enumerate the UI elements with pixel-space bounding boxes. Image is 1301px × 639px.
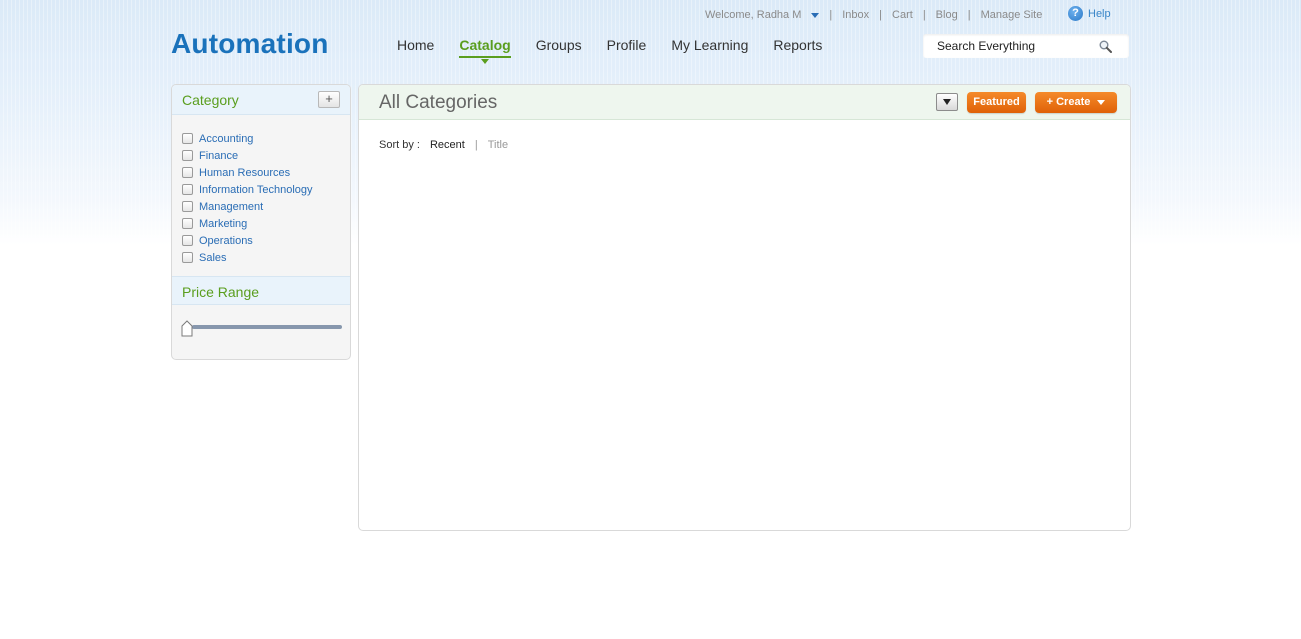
category-label[interactable]: Management — [199, 201, 263, 213]
sort-bar: Sort by : Recent | Title — [379, 139, 508, 151]
nav-item-reports[interactable]: Reports — [773, 37, 822, 58]
sort-option-recent[interactable]: Recent — [430, 139, 465, 151]
catalog-panel-header: All Categories Featured + Create — [359, 85, 1130, 120]
category-item-management: Management — [182, 198, 350, 215]
page-title: All Categories — [379, 92, 498, 113]
welcome-text: Welcome, Radha M — [705, 9, 802, 21]
category-list: Accounting Finance Human Resources Infor… — [172, 115, 350, 266]
nav-item-home[interactable]: Home — [397, 37, 434, 58]
separator: | — [879, 9, 883, 21]
nav-item-groups[interactable]: Groups — [536, 37, 582, 58]
create-dropdown-icon — [1097, 99, 1106, 105]
category-item-marketing: Marketing — [182, 215, 350, 232]
filter-sidebar: Category + Accounting Finance Human Reso… — [171, 84, 351, 360]
price-range-slider-handle[interactable] — [181, 320, 193, 337]
sort-option-title[interactable]: Title — [488, 139, 508, 151]
user-menu-dropdown-icon[interactable] — [811, 12, 820, 18]
sort-label: Sort by : — [379, 139, 420, 151]
site-logo[interactable]: Automation — [171, 28, 329, 60]
featured-button[interactable]: Featured — [967, 92, 1026, 113]
search-icon[interactable] — [1099, 40, 1112, 53]
main-nav: Home Catalog Groups Profile My Learning … — [397, 37, 847, 64]
category-label[interactable]: Marketing — [199, 218, 247, 230]
category-item-accounting: Accounting — [182, 130, 350, 147]
category-label[interactable]: Human Resources — [199, 167, 290, 179]
category-checkbox[interactable] — [182, 235, 193, 246]
dropdown-arrow-icon — [943, 99, 951, 105]
price-range-slider-track[interactable] — [192, 325, 342, 329]
category-item-sales: Sales — [182, 249, 350, 266]
price-range-title: Price Range — [182, 284, 260, 300]
help-label: Help — [1088, 7, 1111, 20]
category-label[interactable]: Operations — [199, 235, 253, 247]
search-input[interactable] — [931, 38, 1103, 54]
create-button[interactable]: + Create — [1035, 92, 1117, 113]
category-checkbox[interactable] — [182, 184, 193, 195]
sort-separator: | — [474, 139, 478, 151]
add-category-button[interactable]: + — [318, 91, 340, 108]
view-options-dropdown[interactable] — [936, 93, 958, 111]
category-item-information-technology: Information Technology — [182, 181, 350, 198]
help-link[interactable]: ? Help — [1068, 6, 1111, 21]
category-item-human-resources: Human Resources — [182, 164, 350, 181]
category-item-operations: Operations — [182, 232, 350, 249]
category-checkbox[interactable] — [182, 167, 193, 178]
category-checkbox[interactable] — [182, 150, 193, 161]
category-label[interactable]: Information Technology — [199, 184, 313, 196]
search-box — [923, 34, 1129, 58]
category-header: Category + — [172, 85, 350, 115]
cart-link[interactable]: Cart — [892, 9, 913, 21]
category-label[interactable]: Sales — [199, 252, 227, 264]
help-icon: ? — [1068, 6, 1083, 21]
nav-item-my-learning[interactable]: My Learning — [671, 37, 748, 58]
category-checkbox[interactable] — [182, 133, 193, 144]
separator: | — [829, 9, 833, 21]
nav-item-profile[interactable]: Profile — [607, 37, 647, 58]
active-indicator-icon — [481, 59, 490, 64]
separator: | — [967, 9, 971, 21]
manage-site-link[interactable]: Manage Site — [981, 9, 1043, 21]
category-label[interactable]: Accounting — [199, 133, 253, 145]
nav-item-catalog-label: Catalog — [459, 37, 511, 53]
catalog-panel: All Categories Featured + Create Sort by… — [358, 84, 1131, 531]
category-checkbox[interactable] — [182, 201, 193, 212]
blog-link[interactable]: Blog — [936, 9, 958, 21]
category-title: Category — [182, 92, 239, 108]
category-checkbox[interactable] — [182, 252, 193, 263]
price-range-header: Price Range — [172, 276, 350, 305]
category-checkbox[interactable] — [182, 218, 193, 229]
inbox-link[interactable]: Inbox — [842, 9, 869, 21]
category-item-finance: Finance — [182, 147, 350, 164]
nav-item-catalog[interactable]: Catalog — [459, 37, 511, 64]
create-button-label: + Create — [1046, 96, 1091, 108]
separator: | — [922, 9, 926, 21]
utility-bar: Welcome, Radha M | Inbox | Cart | Blog |… — [705, 8, 1042, 22]
category-label[interactable]: Finance — [199, 150, 238, 162]
